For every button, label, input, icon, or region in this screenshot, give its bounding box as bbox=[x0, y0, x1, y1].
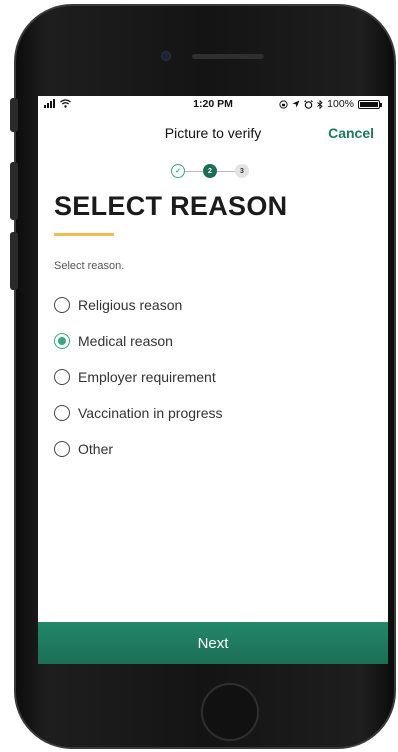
progress-stepper: ✓ 2 3 bbox=[171, 164, 249, 178]
reason-radio-group: Religious reason Medical reason Employer… bbox=[54, 287, 222, 467]
option-label: Other bbox=[78, 441, 114, 457]
heading-underline bbox=[54, 233, 114, 236]
radio-button[interactable] bbox=[54, 405, 70, 421]
step-2-indicator: 2 bbox=[203, 164, 217, 178]
volume-down-button bbox=[10, 232, 18, 290]
next-button[interactable]: Next bbox=[38, 622, 388, 664]
front-camera bbox=[161, 51, 171, 61]
step-3-indicator: 3 bbox=[235, 164, 249, 178]
earpiece-speaker bbox=[192, 54, 264, 59]
radio-button[interactable] bbox=[54, 333, 70, 349]
reason-option-employer[interactable]: Employer requirement bbox=[54, 359, 222, 395]
location-icon bbox=[292, 100, 300, 108]
select-reason-prompt: Select reason. bbox=[54, 260, 125, 272]
cancel-button[interactable]: Cancel bbox=[328, 125, 374, 141]
step-connector bbox=[185, 170, 203, 172]
section-heading: SELECT REASON bbox=[54, 191, 288, 221]
alarm-icon bbox=[304, 99, 314, 109]
reason-option-other[interactable]: Other bbox=[54, 431, 222, 467]
silent-switch bbox=[10, 98, 18, 132]
status-bar: 1:20 PM 100% bbox=[38, 96, 388, 112]
option-label: Employer requirement bbox=[78, 369, 216, 385]
volume-up-button bbox=[10, 162, 18, 220]
option-label: Medical reason bbox=[78, 333, 173, 349]
reason-option-medical[interactable]: Medical reason bbox=[54, 323, 222, 359]
battery-percent: 100% bbox=[327, 98, 354, 110]
step-connector bbox=[217, 170, 235, 172]
nav-bar: Picture to verify Cancel bbox=[38, 122, 388, 144]
reason-option-religious[interactable]: Religious reason bbox=[54, 287, 222, 323]
battery-icon bbox=[358, 99, 382, 109]
radio-button[interactable] bbox=[54, 369, 70, 385]
reason-option-vaccination[interactable]: Vaccination in progress bbox=[54, 395, 222, 431]
home-button[interactable] bbox=[201, 683, 259, 741]
option-label: Vaccination in progress bbox=[78, 405, 223, 421]
step-1-check-icon: ✓ bbox=[171, 164, 185, 178]
bluetooth-icon bbox=[317, 99, 323, 109]
app-screen: 1:20 PM 100% Picture to verify Cancel ✓ … bbox=[38, 96, 388, 664]
radio-button[interactable] bbox=[54, 297, 70, 313]
option-label: Religious reason bbox=[78, 297, 183, 313]
battery-fill bbox=[360, 101, 378, 107]
screen-lock-icon bbox=[279, 99, 288, 109]
radio-button[interactable] bbox=[54, 441, 70, 457]
